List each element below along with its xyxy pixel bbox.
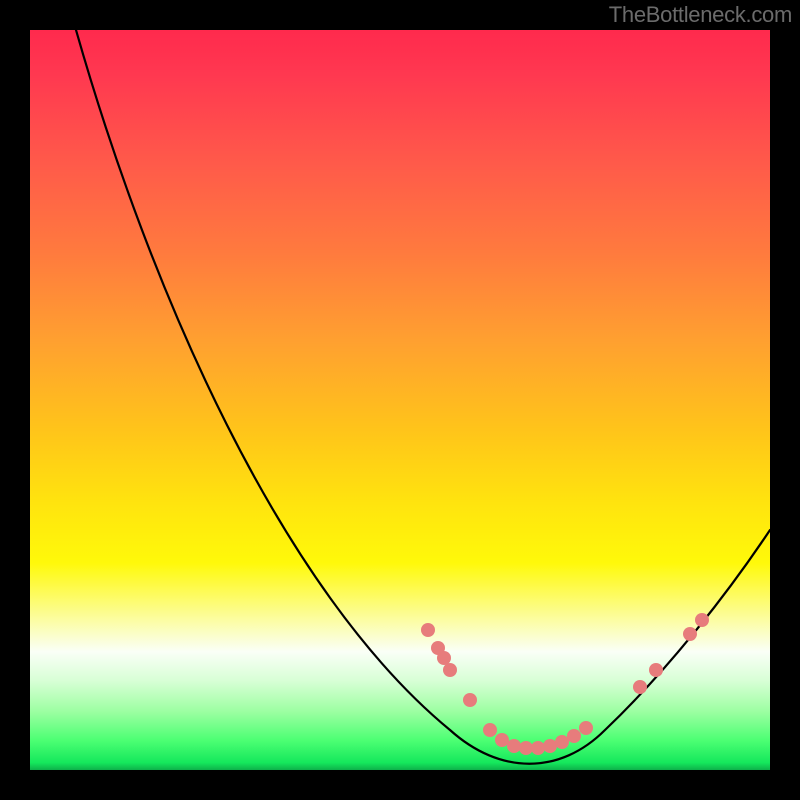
- highlight-dot: [463, 693, 477, 707]
- highlight-dot: [543, 739, 557, 753]
- highlight-dot: [555, 735, 569, 749]
- bottleneck-curve: [76, 30, 770, 764]
- highlight-dot: [649, 663, 663, 677]
- plot-area: [30, 30, 770, 770]
- highlight-dot: [567, 729, 581, 743]
- highlight-dot: [495, 733, 509, 747]
- highlight-dot: [683, 627, 697, 641]
- highlight-dots: [421, 613, 709, 755]
- chart-frame: TheBottleneck.com: [0, 0, 800, 800]
- highlight-dot: [579, 721, 593, 735]
- highlight-dot: [443, 663, 457, 677]
- highlight-dot: [483, 723, 497, 737]
- highlight-dot: [507, 739, 521, 753]
- highlight-dot: [531, 741, 545, 755]
- highlight-dot: [421, 623, 435, 637]
- highlight-dot: [695, 613, 709, 627]
- highlight-dot: [437, 651, 451, 665]
- chart-overlay: [30, 30, 770, 770]
- highlight-dot: [519, 741, 533, 755]
- watermark-text: TheBottleneck.com: [609, 2, 792, 28]
- highlight-dot: [633, 680, 647, 694]
